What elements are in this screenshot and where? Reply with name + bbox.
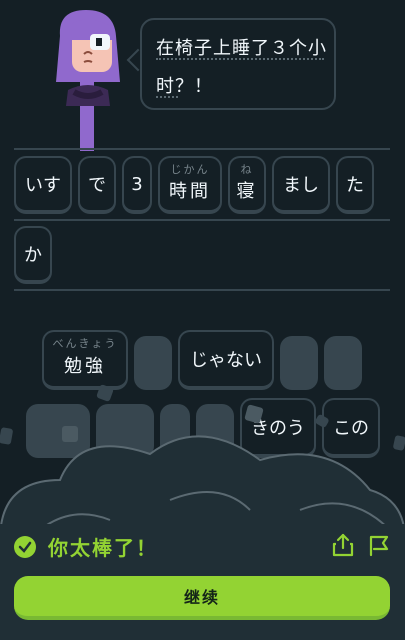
tile-label: いす: [25, 175, 61, 196]
answer-tile[interactable]: で: [78, 156, 116, 214]
tile-furigana: ね: [240, 163, 254, 176]
answer-line: [14, 148, 390, 150]
tile-furigana: べんきょう: [52, 337, 118, 350]
answer-tile[interactable]: まし: [272, 156, 330, 214]
tile-label: 勉強: [64, 356, 106, 377]
prompt-line-2[interactable]: 时？！: [156, 72, 213, 98]
used-tile-slot: [324, 336, 362, 390]
bank-tile[interactable]: じゃない: [178, 330, 274, 390]
tile-label: まし: [283, 175, 319, 196]
answer-tile[interactable]: か: [14, 226, 52, 284]
used-tile-slot: [134, 336, 172, 390]
used-tile-slot: [280, 336, 318, 390]
answer-tile[interactable]: いす: [14, 156, 72, 214]
prompt-line-1[interactable]: 在椅子上睡了３个小: [156, 34, 327, 60]
answer-tile[interactable]: 3: [122, 156, 152, 214]
answer-tile[interactable]: じかん 時間: [158, 156, 222, 214]
report-flag-icon[interactable]: [366, 532, 392, 558]
character-illustration: [56, 10, 120, 151]
check-icon: [14, 536, 36, 558]
tile-label: た: [346, 175, 364, 196]
continue-button[interactable]: 继续: [14, 576, 390, 620]
answer-tile[interactable]: ね 寝: [228, 156, 266, 214]
answer-tile[interactable]: た: [336, 156, 374, 214]
tile-furigana: じかん: [170, 163, 210, 176]
hint-underline: [156, 96, 178, 98]
tile-label: で: [88, 175, 106, 196]
speech-bubble: 在椅子上睡了３个小 时？！: [140, 18, 336, 110]
hint-underline: [156, 58, 324, 60]
share-icon[interactable]: [330, 532, 356, 558]
answer-line: [14, 289, 390, 291]
tile-label: じゃない: [190, 350, 262, 371]
answer-line: [14, 219, 390, 221]
bank-tile[interactable]: べんきょう 勉強: [42, 330, 128, 390]
tile-label: か: [24, 245, 42, 266]
tile-label: 寝: [236, 181, 258, 202]
feedback-title: 你太棒了！: [48, 536, 158, 560]
tile-label: 時間: [169, 181, 211, 202]
tile-label: 3: [131, 173, 143, 195]
